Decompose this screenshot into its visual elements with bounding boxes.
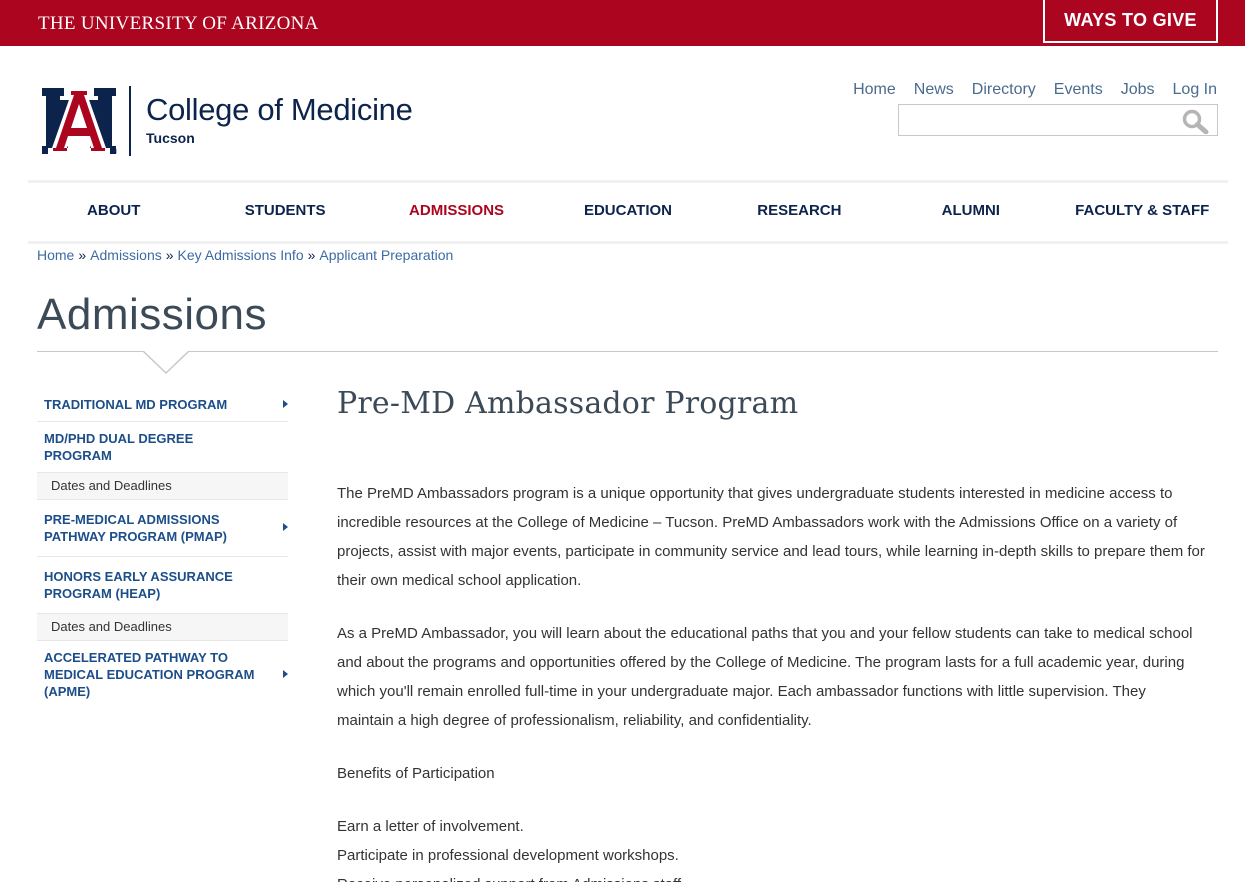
sidebar-item-label: MD/PHD DUAL DEGREE PROGRAM [44,431,194,463]
arizona-a-logo-icon: ® [42,88,118,156]
nav-alumni[interactable]: ALUMNI [885,183,1056,241]
utility-link-login[interactable]: Log In [1173,81,1217,99]
benefit-item: Participate in professional development … [337,847,679,864]
logo-subtitle: Tucson [146,130,195,146]
sidebar-subitem-dates-deadlines[interactable]: Dates and Deadlines [37,614,288,641]
sidebar-item-label: TRADITIONAL MD PROGRAM [44,397,228,412]
nav-education[interactable]: EDUCATION [542,183,713,241]
nav-research[interactable]: RESEARCH [714,183,885,241]
utility-link-directory[interactable]: Directory [972,81,1036,99]
main-content: Pre-MD Ambassador Program The PreMD Amba… [337,386,1205,882]
logo-divider [129,86,131,156]
university-wordmark[interactable]: THE UNIVERSITY OF ARIZONA [38,13,319,35]
search-icon[interactable] [1181,108,1209,134]
sidebar-item-md-phd[interactable]: MD/PHD DUAL DEGREE PROGRAM [37,422,288,473]
main-nav: ABOUT STUDENTS ADMISSIONS EDUCATION RESE… [28,180,1228,244]
nav-about[interactable]: ABOUT [28,183,199,241]
nav-students[interactable]: STUDENTS [199,183,370,241]
breadcrumb-applicant-preparation[interactable]: Applicant Preparation [319,247,453,263]
breadcrumb-admissions[interactable]: Admissions [90,247,162,263]
nav-admissions[interactable]: ADMISSIONS [371,183,542,241]
page-title: Admissions [37,290,267,339]
svg-text:®: ® [112,148,118,156]
utility-link-jobs[interactable]: Jobs [1121,81,1155,99]
benefit-item: Receive personalized support from Admiss… [337,870,1205,882]
sidebar-item-apme[interactable]: ACCELERATED PATHWAY TO MEDICAL EDUCATION… [37,641,288,708]
nav-faculty-staff[interactable]: FACULTY & STAFF [1057,183,1228,241]
sidebar-item-pmap[interactable]: PRE-MEDICAL ADMISSIONS PATHWAY PROGRAM (… [37,500,288,557]
utility-link-home[interactable]: Home [853,81,896,99]
sidebar-item-traditional-md[interactable]: TRADITIONAL MD PROGRAM [37,388,288,422]
sidebar-subitem-dates-deadlines[interactable]: Dates and Deadlines [37,473,288,500]
caret-right-icon[interactable] [283,523,288,531]
top-bar: THE UNIVERSITY OF ARIZONA WAYS TO GIVE [0,0,1245,46]
caret-right-icon[interactable] [283,399,288,408]
breadcrumb-separator: » [307,247,316,263]
sidebar-item-label: HONORS EARLY ASSURANCE PROGRAM (HEAP) [44,569,233,601]
college-logo[interactable]: ® College of Medicine Tucson [38,86,438,158]
breadcrumb-home[interactable]: Home [37,247,74,263]
utility-link-events[interactable]: Events [1054,81,1103,99]
breadcrumb-separator: » [165,247,174,263]
breadcrumb: Home» Admissions» Key Admissions Info» Appl… [37,247,453,263]
content-paragraph: As a PreMD Ambassador, you will learn ab… [337,625,1193,729]
caret-right-icon[interactable] [283,669,288,678]
sidebar-item-label: PRE-MEDICAL ADMISSIONS PATHWAY PROGRAM (… [44,512,227,544]
title-divider [37,351,1218,352]
ways-to-give-button[interactable]: WAYS TO GIVE [1043,0,1218,43]
content-paragraph: The PreMD Ambassadors program is a uniqu… [337,485,1205,589]
search-input[interactable] [898,104,1218,136]
breadcrumb-separator: » [78,247,87,263]
logo-title: College of Medicine [146,92,413,127]
benefits-heading: Benefits of Participation [337,765,495,782]
sidebar-nav: TRADITIONAL MD PROGRAM MD/PHD DUAL DEGRE… [37,388,288,708]
utility-link-news[interactable]: News [914,81,954,99]
title-notch-icon [143,351,189,375]
content-heading: Pre-MD Ambassador Program [337,386,799,421]
sidebar-item-heap[interactable]: HONORS EARLY ASSURANCE PROGRAM (HEAP) [37,557,288,614]
benefit-item: Earn a letter of involvement. [337,818,524,835]
sidebar-item-label: ACCELERATED PATHWAY TO MEDICAL EDUCATION… [44,650,255,699]
utility-nav: Home News Directory Events Jobs Log In [835,81,1217,99]
breadcrumb-key-admissions-info[interactable]: Key Admissions Info [178,247,304,263]
